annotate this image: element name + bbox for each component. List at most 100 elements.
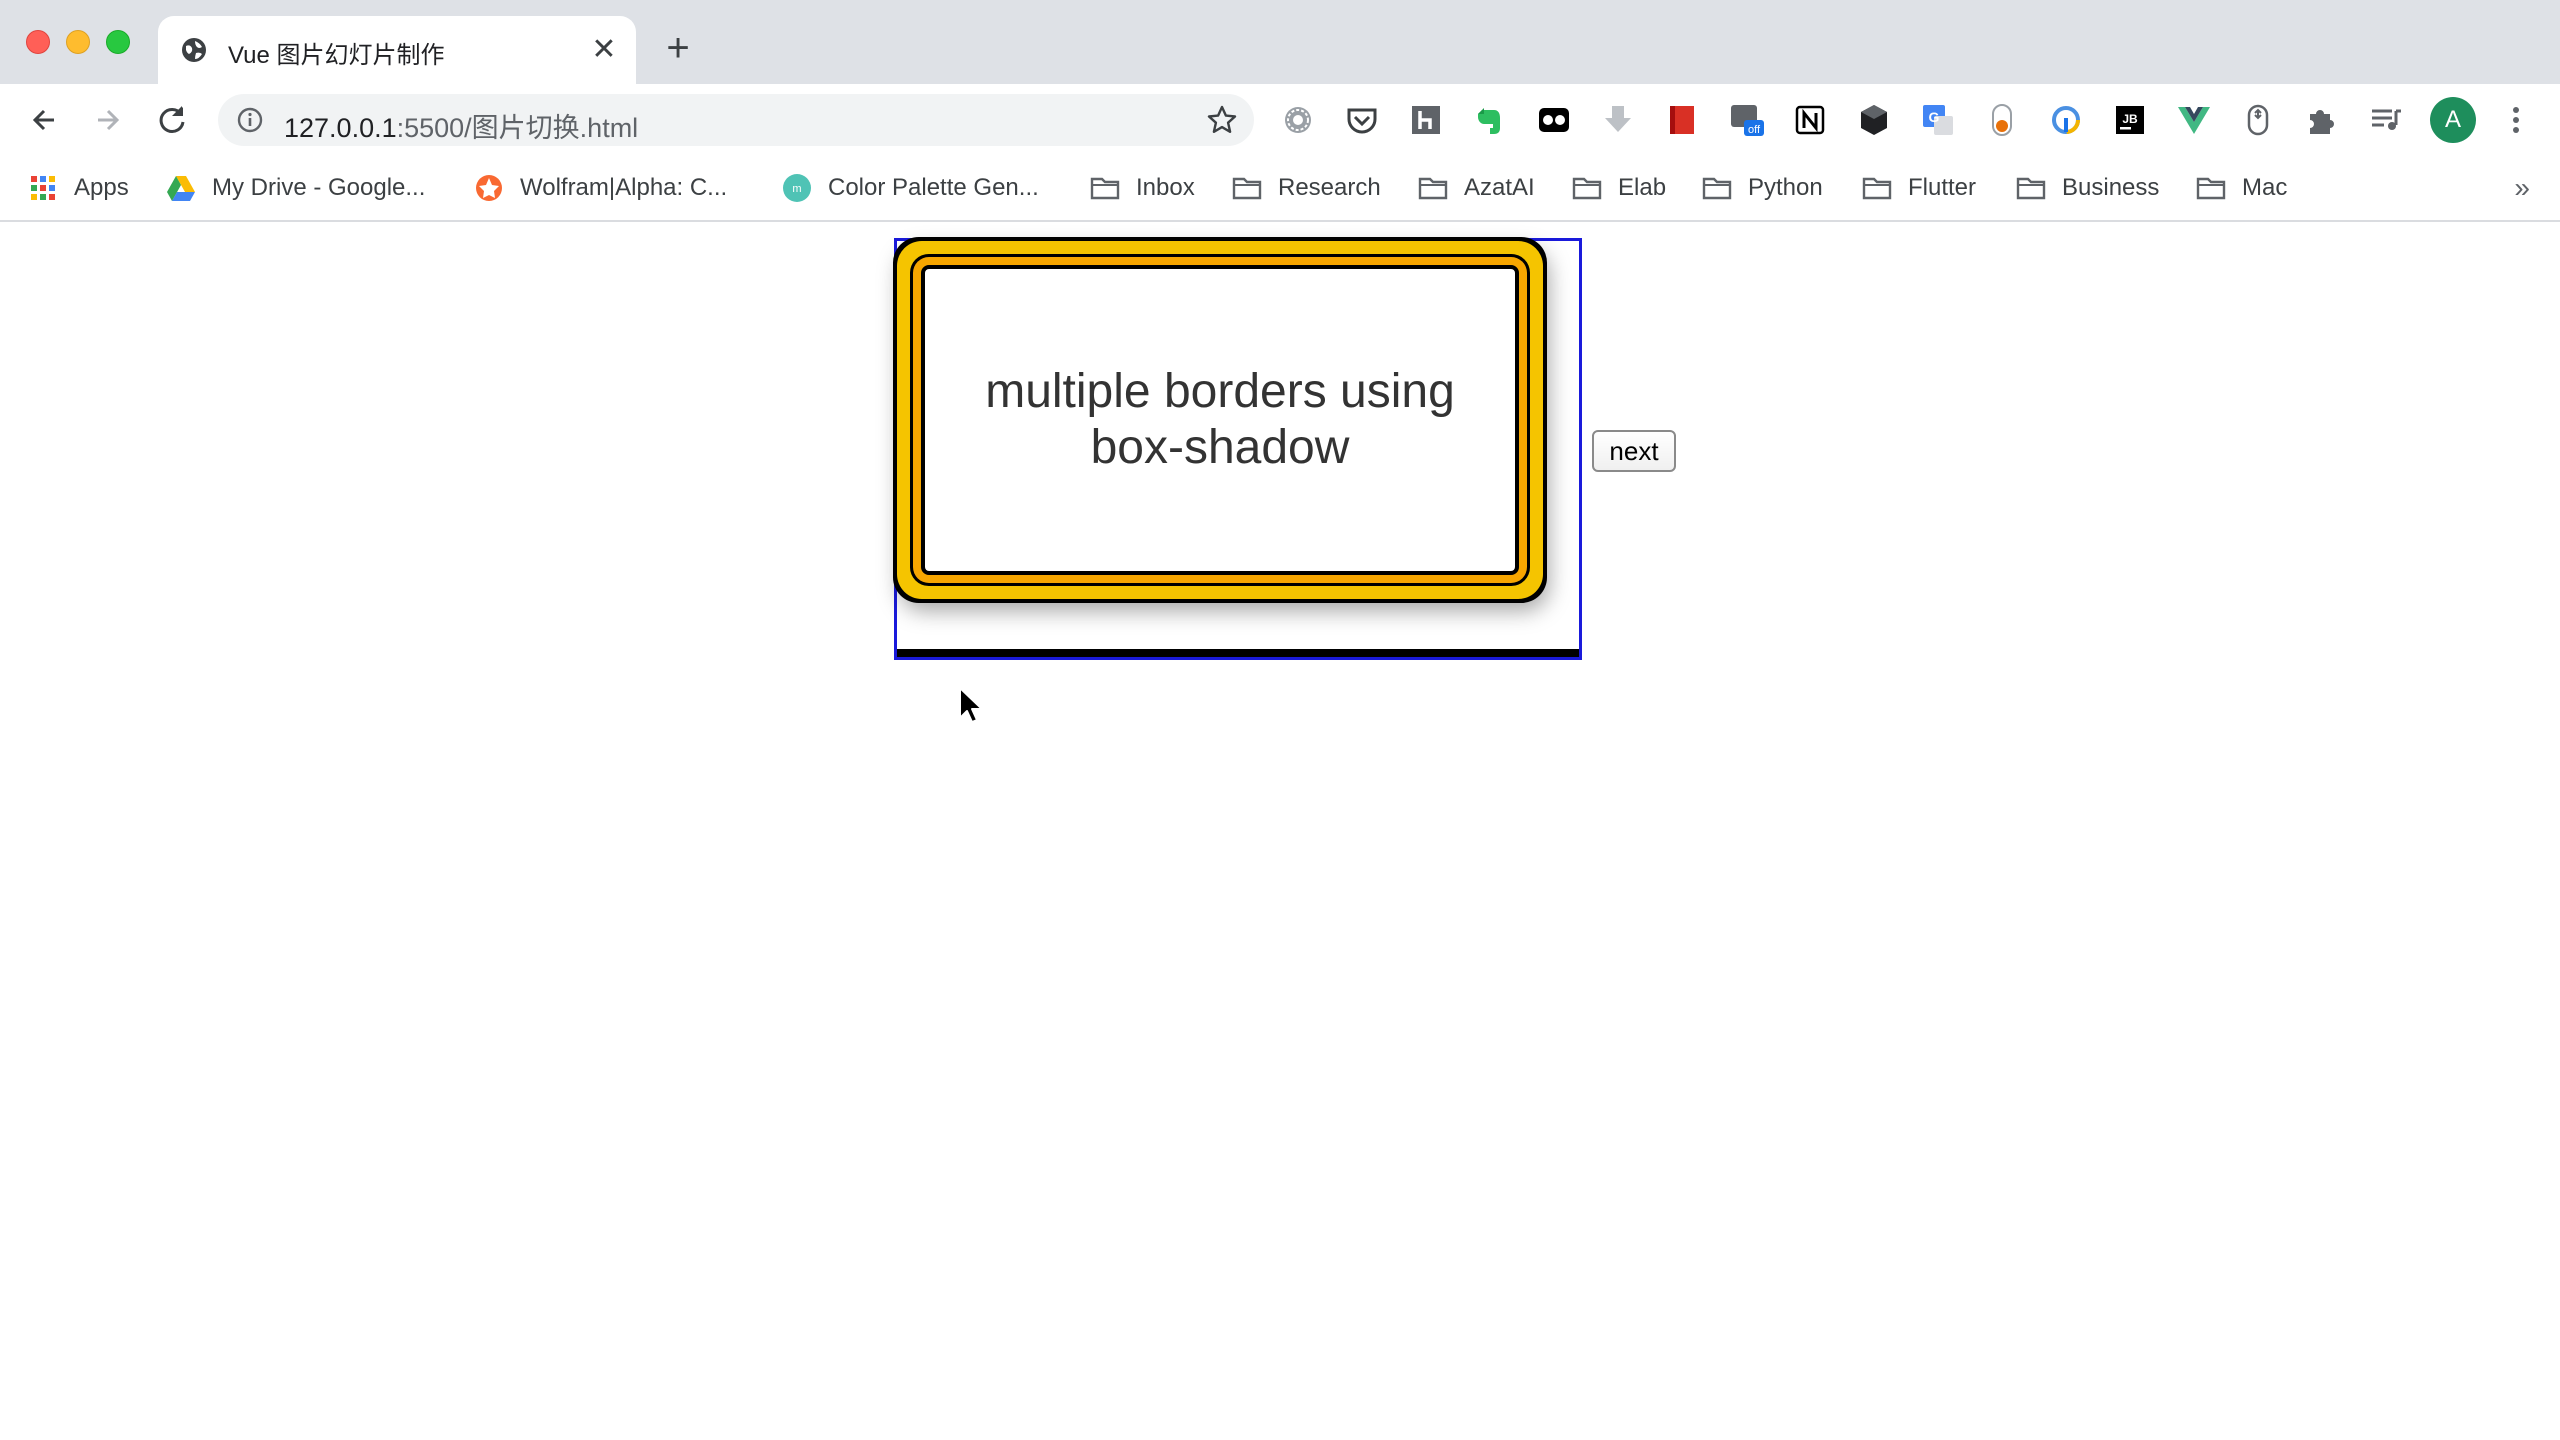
pocket-icon <box>1347 108 1377 134</box>
glasses-icon <box>1539 108 1569 132</box>
bookmark-label: Python <box>1748 174 1823 201</box>
slide-text: multiple borders using box-shadow <box>985 365 1455 474</box>
folder-icon <box>1232 177 1262 200</box>
page-content: multiple borders using box-shadow next <box>0 222 2560 1440</box>
notion-icon <box>1795 105 1825 135</box>
new-tab-button[interactable]: + <box>660 28 696 68</box>
bookmark-label: Business <box>2062 174 2160 201</box>
books-extension-icon[interactable] <box>1664 102 1700 138</box>
hashnode-extension-icon[interactable] <box>1408 102 1444 138</box>
spoke-icon <box>2052 106 2080 134</box>
bookmark-label: Color Palette Gen... <box>828 174 1039 201</box>
bookmark-label: Mac <box>2242 174 2288 201</box>
back-arrow-icon <box>32 109 54 131</box>
vue-icon <box>2178 107 2210 134</box>
bookmark-folder-flutter[interactable]: Flutter <box>1862 170 1976 206</box>
recorder-icon: off <box>1731 105 1764 136</box>
next-button[interactable]: next <box>1592 430 1676 472</box>
address-bar[interactable]: 127.0.0.1:5500/图片切换.html <box>218 94 1254 146</box>
bookmarks-overflow-chevron-icon[interactable]: » <box>2514 172 2530 204</box>
minimize-window-button[interactable] <box>66 30 90 54</box>
notion-extension-icon[interactable] <box>1792 102 1828 138</box>
tab-close-button[interactable]: ✕ <box>588 34 620 66</box>
forward-arrow-icon <box>98 109 120 131</box>
bookmark-folder-research[interactable]: Research <box>1232 170 1381 206</box>
gear-icon <box>1285 107 1311 133</box>
mouse-cursor-icon <box>959 687 983 723</box>
puzzle-icon <box>2310 110 2334 134</box>
svg-text:JB: JB <box>2122 112 2138 126</box>
bookmark-label: Flutter <box>1908 174 1977 201</box>
svg-text:m: m <box>792 183 801 195</box>
url-text[interactable]: 127.0.0.1:5500/图片切换.html <box>284 106 638 145</box>
bookmark-apps[interactable]: Apps <box>28 170 129 206</box>
evernote-extension-icon[interactable] <box>1472 102 1508 138</box>
extensions-puzzle-button[interactable] <box>2304 102 2340 138</box>
bookmark-folder-inbox[interactable]: Inbox <box>1090 170 1195 206</box>
active-tab[interactable]: Vue 图片幻灯片制作 ✕ <box>158 16 636 84</box>
reload-icon <box>159 106 185 133</box>
bookmark-color-palette[interactable]: m Color Palette Gen... <box>782 170 1039 206</box>
bookmark-folder-azatai[interactable]: AzatAI <box>1418 170 1535 206</box>
back-button[interactable] <box>24 100 64 140</box>
apps-grid-icon <box>31 176 55 200</box>
pocket-extension-icon[interactable] <box>1344 102 1380 138</box>
cube-icon <box>1861 105 1887 135</box>
tab-title: Vue 图片幻灯片制作 <box>228 42 445 69</box>
bookmarks-bar: Apps My Drive - Google... Wolfram|Alpha:… <box>0 156 2560 222</box>
reload-button[interactable] <box>152 100 192 140</box>
fullscreen-window-button[interactable] <box>106 30 130 54</box>
bookmark-wolfram-alpha[interactable]: Wolfram|Alpha: C... <box>474 170 727 206</box>
svg-text:G: G <box>1929 109 1940 125</box>
mouse-extension-icon[interactable] <box>2240 102 2276 138</box>
mouse-icon <box>2247 104 2269 136</box>
cube-extension-icon[interactable] <box>1856 102 1892 138</box>
folder-icon <box>1090 177 1120 200</box>
bookmark-label: Inbox <box>1136 174 1195 201</box>
bookmark-folder-business[interactable]: Business <box>2016 170 2159 206</box>
folder-icon <box>1418 177 1448 200</box>
download-extension-icon[interactable] <box>1600 102 1636 138</box>
tab-manager-extension-icon[interactable] <box>1536 102 1572 138</box>
folder-icon <box>1702 177 1732 200</box>
bookmark-label: Apps <box>74 174 129 201</box>
info-icon[interactable] <box>236 106 264 134</box>
slide-container: multiple borders using box-shadow <box>894 238 1582 660</box>
toggle-icon <box>1992 104 2012 136</box>
profile-avatar[interactable]: A <box>2430 97 2476 143</box>
media-queue-button[interactable] <box>2368 102 2404 138</box>
bookmark-label: Research <box>1278 174 1381 201</box>
book-icon <box>1670 106 1694 134</box>
bookmark-star-icon[interactable] <box>1206 104 1238 136</box>
folder-icon <box>1572 177 1602 200</box>
jetbrains-extension-icon[interactable]: JB <box>2112 102 2148 138</box>
screen-recorder-extension-icon[interactable]: off <box>1728 102 1764 138</box>
more-menu-icon[interactable] <box>2500 102 2532 138</box>
download-arrow-icon <box>1605 106 1631 132</box>
settings-gear-extension-icon[interactable] <box>1280 102 1316 138</box>
palette-icon: m <box>783 174 811 202</box>
vue-devtools-extension-icon[interactable] <box>2176 102 2212 138</box>
forward-button[interactable] <box>88 100 128 140</box>
bookmark-label: My Drive - Google... <box>212 174 426 201</box>
jetbrains-icon: JB <box>2116 106 2144 134</box>
bookmark-folder-elab[interactable]: Elab <box>1572 170 1666 206</box>
bookmark-my-drive[interactable]: My Drive - Google... <box>166 170 425 206</box>
close-window-button[interactable] <box>26 30 50 54</box>
bookmark-folder-mac[interactable]: Mac <box>2196 170 2287 206</box>
translate-icon: G <box>1923 105 1953 135</box>
globe-icon <box>182 38 206 62</box>
media-queue-icon <box>2372 109 2401 130</box>
off-badge: off <box>1748 124 1761 136</box>
toggl-extension-icon[interactable] <box>1984 102 2020 138</box>
google-translate-extension-icon[interactable]: G <box>1920 102 1956 138</box>
bookmark-label: AzatAI <box>1464 174 1535 201</box>
wolfram-icon <box>476 175 502 201</box>
spoke-extension-icon[interactable] <box>2048 102 2084 138</box>
url-path: :5500/图片切换.html <box>396 113 639 143</box>
bookmark-folder-python[interactable]: Python <box>1702 170 1823 206</box>
folder-icon <box>1862 177 1892 200</box>
bookmark-label: Elab <box>1618 174 1667 201</box>
tab-strip: Vue 图片幻灯片制作 ✕ + <box>0 0 2560 84</box>
google-drive-icon <box>167 176 195 201</box>
